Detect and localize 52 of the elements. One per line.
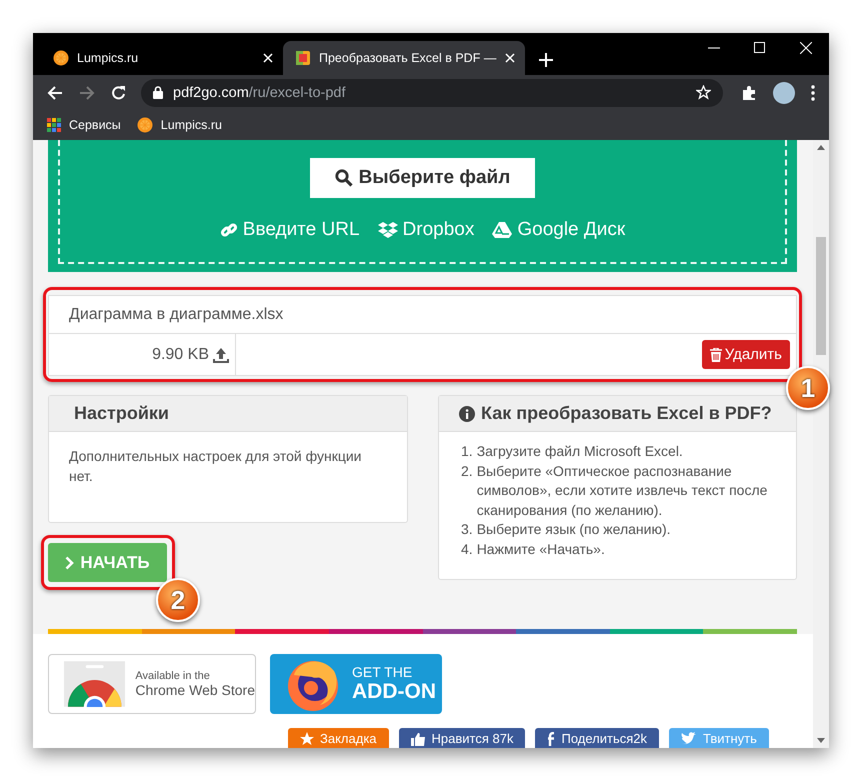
file-name: Диаграмма в диаграмме.xlsx <box>69 306 284 324</box>
browser-tab[interactable]: Преобразовать Excel в PDF — <box>283 41 525 75</box>
bird-icon <box>680 732 697 745</box>
delete-button[interactable]: Удалить <box>702 340 790 369</box>
citrus-slice-icon <box>53 50 69 66</box>
apps-grid-icon <box>47 118 61 132</box>
scroll-up-icon[interactable] <box>817 145 825 150</box>
star-icon[interactable] <box>696 85 711 100</box>
share-button[interactable]: Поделиться2k <box>535 728 659 748</box>
avatar[interactable] <box>773 82 795 104</box>
browser-tab[interactable]: Lumpics.ru <box>41 41 283 75</box>
store-badge[interactable]: Available in the Chrome Web Store <box>48 654 256 714</box>
step-number: 2 <box>156 578 200 622</box>
step-text: Выберите язык (по желанию). <box>476 520 671 539</box>
panel-title: Настройки <box>74 403 169 424</box>
url-text: pdf2go.com/ru/excel-to-pdf <box>173 84 346 100</box>
close-icon[interactable] <box>263 53 273 63</box>
share-button[interactable]: Нравится 87k <box>398 728 526 748</box>
dropbox-icon <box>378 221 398 239</box>
thumbs-up-icon <box>410 732 426 746</box>
scrollbar-thumb[interactable] <box>816 237 826 355</box>
scroll-down-icon[interactable] <box>817 738 825 743</box>
step-text: Нажмите «Начать». <box>476 540 605 558</box>
step-text: Выберите «Оптическое распознавание символов», если хотите извлечь текст после сканирования (по желанию). <box>476 462 768 520</box>
citrus-slice-icon <box>136 117 153 133</box>
info-icon <box>459 406 475 422</box>
trash-icon <box>710 348 722 362</box>
upload-icon <box>213 346 229 362</box>
choose-file-button[interactable]: Выберите файл <box>310 158 535 198</box>
address-bar[interactable]: pdf2go.com/ru/excel-to-pdf <box>141 78 723 106</box>
lock-icon <box>153 86 163 99</box>
link-icon <box>220 221 238 239</box>
scrollbar[interactable] <box>813 140 829 748</box>
star-icon <box>300 732 314 746</box>
search-icon <box>334 169 353 187</box>
file-size: 9.90 KB <box>152 346 209 364</box>
step-number-text: 3. <box>461 520 473 539</box>
settings-text: Дополнительных настроек для этой функции нет. <box>69 448 362 484</box>
step-number-text: 2. <box>461 462 473 480</box>
close-icon[interactable] <box>505 53 515 63</box>
bookmark-link[interactable]: Сервисы <box>69 118 121 132</box>
drive-icon <box>492 221 512 239</box>
step-number-text: 4. <box>461 540 473 558</box>
chevron-icon <box>65 556 74 570</box>
step-number-text: 1. <box>461 442 473 461</box>
panel-title: Как преобразовать Excel в PDF? <box>481 403 772 424</box>
new-tab-icon[interactable] <box>539 53 553 67</box>
bookmark-link[interactable]: Lumpics.ru <box>160 118 222 132</box>
facebook-icon <box>547 732 556 746</box>
chrome-store-icon <box>64 661 126 707</box>
step-text: Загрузите файл Microsoft Excel. <box>476 442 683 461</box>
pdf-favicon-icon <box>295 50 311 66</box>
